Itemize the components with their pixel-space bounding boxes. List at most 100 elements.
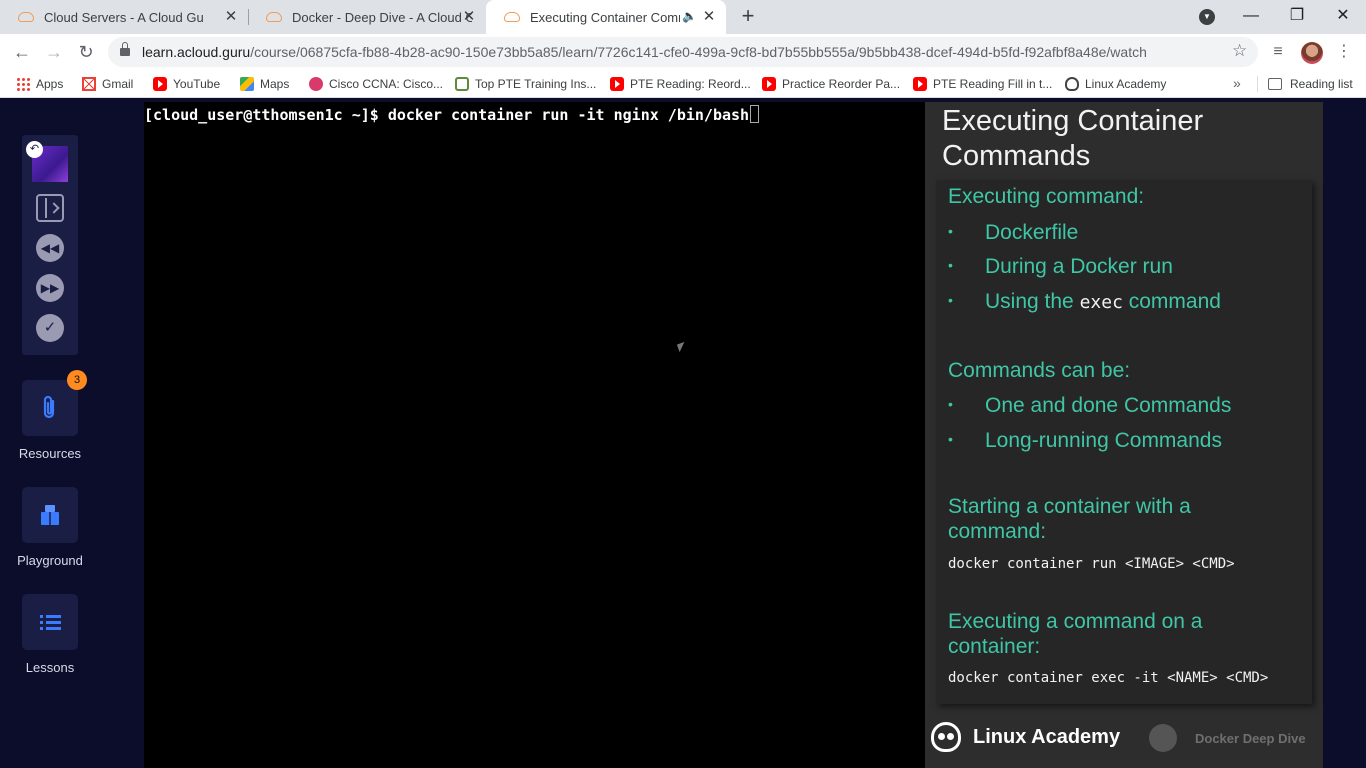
close-tab-icon[interactable]: ✕ bbox=[460, 8, 478, 26]
youtube-icon bbox=[153, 77, 167, 91]
list-icon bbox=[40, 615, 61, 630]
bullet-dockerfile: • Dockerfile bbox=[948, 221, 1079, 244]
player-controls: ↶ ◀◀ ▶▶ ✓ bbox=[22, 135, 78, 355]
tab-title: Executing Container Comma bbox=[530, 9, 680, 25]
bookmark-maps[interactable]: Maps bbox=[240, 70, 289, 98]
bookmark-gmail[interactable]: Gmail bbox=[82, 70, 133, 98]
reading-list-icon bbox=[1268, 78, 1282, 90]
forward-arrow-icon[interactable]: → bbox=[42, 40, 66, 64]
maps-icon bbox=[240, 77, 254, 91]
youtube-icon bbox=[610, 77, 624, 91]
gmail-icon bbox=[82, 77, 96, 91]
youtube-icon bbox=[762, 77, 776, 91]
cisco-icon bbox=[309, 77, 323, 91]
brand-label: Linux Academy bbox=[973, 725, 1121, 748]
fast-forward-icon[interactable]: ▶▶ bbox=[36, 274, 64, 302]
tab-title: Docker - Deep Dive - A Cloud Gu bbox=[292, 9, 472, 25]
mouse-pointer-icon bbox=[676, 341, 688, 353]
reading-list-button[interactable]: Reading list bbox=[1268, 70, 1353, 98]
bookmark-practice-reorder[interactable]: Practice Reorder Pa... bbox=[762, 70, 900, 98]
bookmark-linux-academy[interactable]: Linux Academy bbox=[1065, 70, 1166, 98]
new-tab-button[interactable]: + bbox=[737, 5, 759, 28]
reading-list-label: Reading list bbox=[1290, 77, 1353, 91]
acloudguru-favicon-icon bbox=[504, 12, 520, 22]
terminal-command: docker container run -it nginx /bin/bash bbox=[387, 106, 750, 124]
close-window-icon[interactable]: ✕ bbox=[1320, 0, 1366, 34]
reload-icon[interactable]: ↻ bbox=[74, 40, 98, 64]
profile-avatar[interactable] bbox=[1301, 42, 1323, 64]
bookmark-label: Apps bbox=[36, 77, 64, 91]
cubes-icon bbox=[41, 505, 59, 525]
complete-check-icon[interactable]: ✓ bbox=[36, 314, 64, 342]
bookmark-pte-fill-in[interactable]: PTE Reading Fill in t... bbox=[913, 70, 1052, 98]
owl-icon bbox=[931, 722, 961, 752]
playground-button[interactable] bbox=[22, 487, 78, 543]
lessons-label[interactable]: Lessons bbox=[0, 660, 100, 675]
tab-cloud-servers[interactable]: Cloud Servers - A Cloud Guru ✕ bbox=[0, 0, 248, 34]
bullet-text: One and done Commands bbox=[985, 394, 1232, 417]
section-exec-on-container: Executing a command on a container: bbox=[948, 610, 1203, 658]
bullet-text: During a Docker run bbox=[985, 255, 1173, 278]
bookmark-pte-reading-reorder[interactable]: PTE Reading: Reord... bbox=[610, 70, 751, 98]
acloudguru-favicon-icon bbox=[266, 12, 282, 22]
close-tab-icon[interactable]: ✕ bbox=[700, 8, 718, 26]
resources-count-badge: 3 bbox=[67, 370, 87, 390]
course-player-page: ↶ ◀◀ ▶▶ ✓ 3 Resources Playground Lessons… bbox=[0, 102, 1366, 768]
rewind-icon[interactable]: ◀◀ bbox=[36, 234, 64, 262]
youtube-icon bbox=[913, 77, 927, 91]
bullet-exec-command: • Using the exec command bbox=[948, 290, 1221, 313]
resources-button[interactable] bbox=[22, 380, 78, 436]
linux-academy-icon bbox=[1065, 77, 1079, 91]
bullet-text: command bbox=[1122, 290, 1221, 313]
code-run: docker container run <IMAGE> <CMD> bbox=[948, 556, 1235, 572]
slide-content-panel: Executing command: • Dockerfile • During a… bbox=[936, 180, 1312, 704]
acloudguru-favicon-icon bbox=[18, 12, 34, 22]
resources-label[interactable]: Resources bbox=[0, 446, 100, 461]
browser-tab-strip: Cloud Servers - A Cloud Guru ✕ Docker - … bbox=[0, 0, 1366, 34]
bullet-text: Dockerfile bbox=[985, 221, 1079, 244]
bookmark-label: Linux Academy bbox=[1085, 77, 1167, 91]
close-tab-icon[interactable]: ✕ bbox=[222, 8, 240, 26]
terminal-cursor bbox=[750, 105, 760, 123]
minimize-icon[interactable]: — bbox=[1228, 0, 1274, 34]
bookmark-label: YouTube bbox=[173, 77, 221, 91]
tab-executing-container-commands[interactable]: Executing Container Comma 🔈 ✕ bbox=[486, 0, 726, 34]
address-bar[interactable]: learn.acloud.guru/course/06875cfa-fb88-4… bbox=[108, 37, 1258, 67]
bookmark-apps[interactable]: Apps bbox=[16, 70, 63, 98]
bookmark-youtube[interactable]: YouTube bbox=[153, 70, 220, 98]
url-text[interactable]: learn.acloud.guru/course/06875cfa-fb88-4… bbox=[142, 37, 1147, 67]
tab-docker-deep-dive[interactable]: Docker - Deep Dive - A Cloud Gu ✕ bbox=[248, 0, 486, 34]
url-path: /course/06875cfa-fb88-4b28-ac90-150e73bb… bbox=[250, 44, 1147, 60]
url-host: learn.acloud.guru bbox=[142, 44, 251, 60]
playground-label[interactable]: Playground bbox=[0, 553, 100, 568]
terminal-line: [cloud_user@tthomsen1c ~]$ docker contai… bbox=[144, 105, 760, 124]
bookmark-label: PTE Reading: Reord... bbox=[630, 77, 751, 91]
bookmarks-bar: Apps Gmail YouTube Maps Cisco CCNA: Cisc… bbox=[0, 70, 1366, 98]
bullet-docker-run: • During a Docker run bbox=[948, 255, 1173, 278]
bookmark-label: PTE Reading Fill in t... bbox=[933, 77, 1053, 91]
video-terminal[interactable]: [cloud_user@tthomsen1c ~]$ docker contai… bbox=[144, 102, 925, 768]
bookmark-top-pte[interactable]: Top PTE Training Ins... bbox=[455, 70, 596, 98]
back-arrow-icon[interactable]: ↶ bbox=[26, 141, 43, 158]
course-brand-label: Docker Deep Dive bbox=[1195, 730, 1306, 746]
toggle-panel-icon[interactable] bbox=[36, 194, 64, 222]
restore-icon[interactable]: ❐ bbox=[1274, 0, 1320, 34]
bullet-code: exec bbox=[1079, 292, 1123, 313]
tab-search-icon[interactable]: ▼ bbox=[1199, 9, 1215, 25]
docker-deep-dive-logo: Docker Deep Dive bbox=[1149, 724, 1306, 752]
media-control-icon[interactable]: ≡ bbox=[1266, 40, 1290, 64]
lock-icon[interactable] bbox=[120, 42, 130, 57]
bookmark-star-icon[interactable]: ☆ bbox=[1232, 41, 1247, 61]
bookmark-label: Gmail bbox=[102, 77, 134, 91]
audio-playing-icon[interactable]: 🔈 bbox=[682, 9, 697, 23]
paperclip-icon bbox=[43, 395, 55, 419]
pte-icon bbox=[455, 77, 469, 91]
lessons-button[interactable] bbox=[22, 594, 78, 650]
bookmark-cisco-ccna[interactable]: Cisco CCNA: Cisco... bbox=[309, 70, 443, 98]
back-arrow-icon[interactable]: ← bbox=[10, 40, 34, 64]
bullet-text: Long-running Commands bbox=[985, 429, 1222, 452]
tab-title: Cloud Servers - A Cloud Guru bbox=[44, 9, 204, 25]
linux-academy-logo: Linux Academy bbox=[931, 722, 1120, 752]
browser-menu-icon[interactable]: ⋮ bbox=[1332, 40, 1356, 64]
more-bookmarks-icon[interactable]: » bbox=[1233, 75, 1241, 91]
